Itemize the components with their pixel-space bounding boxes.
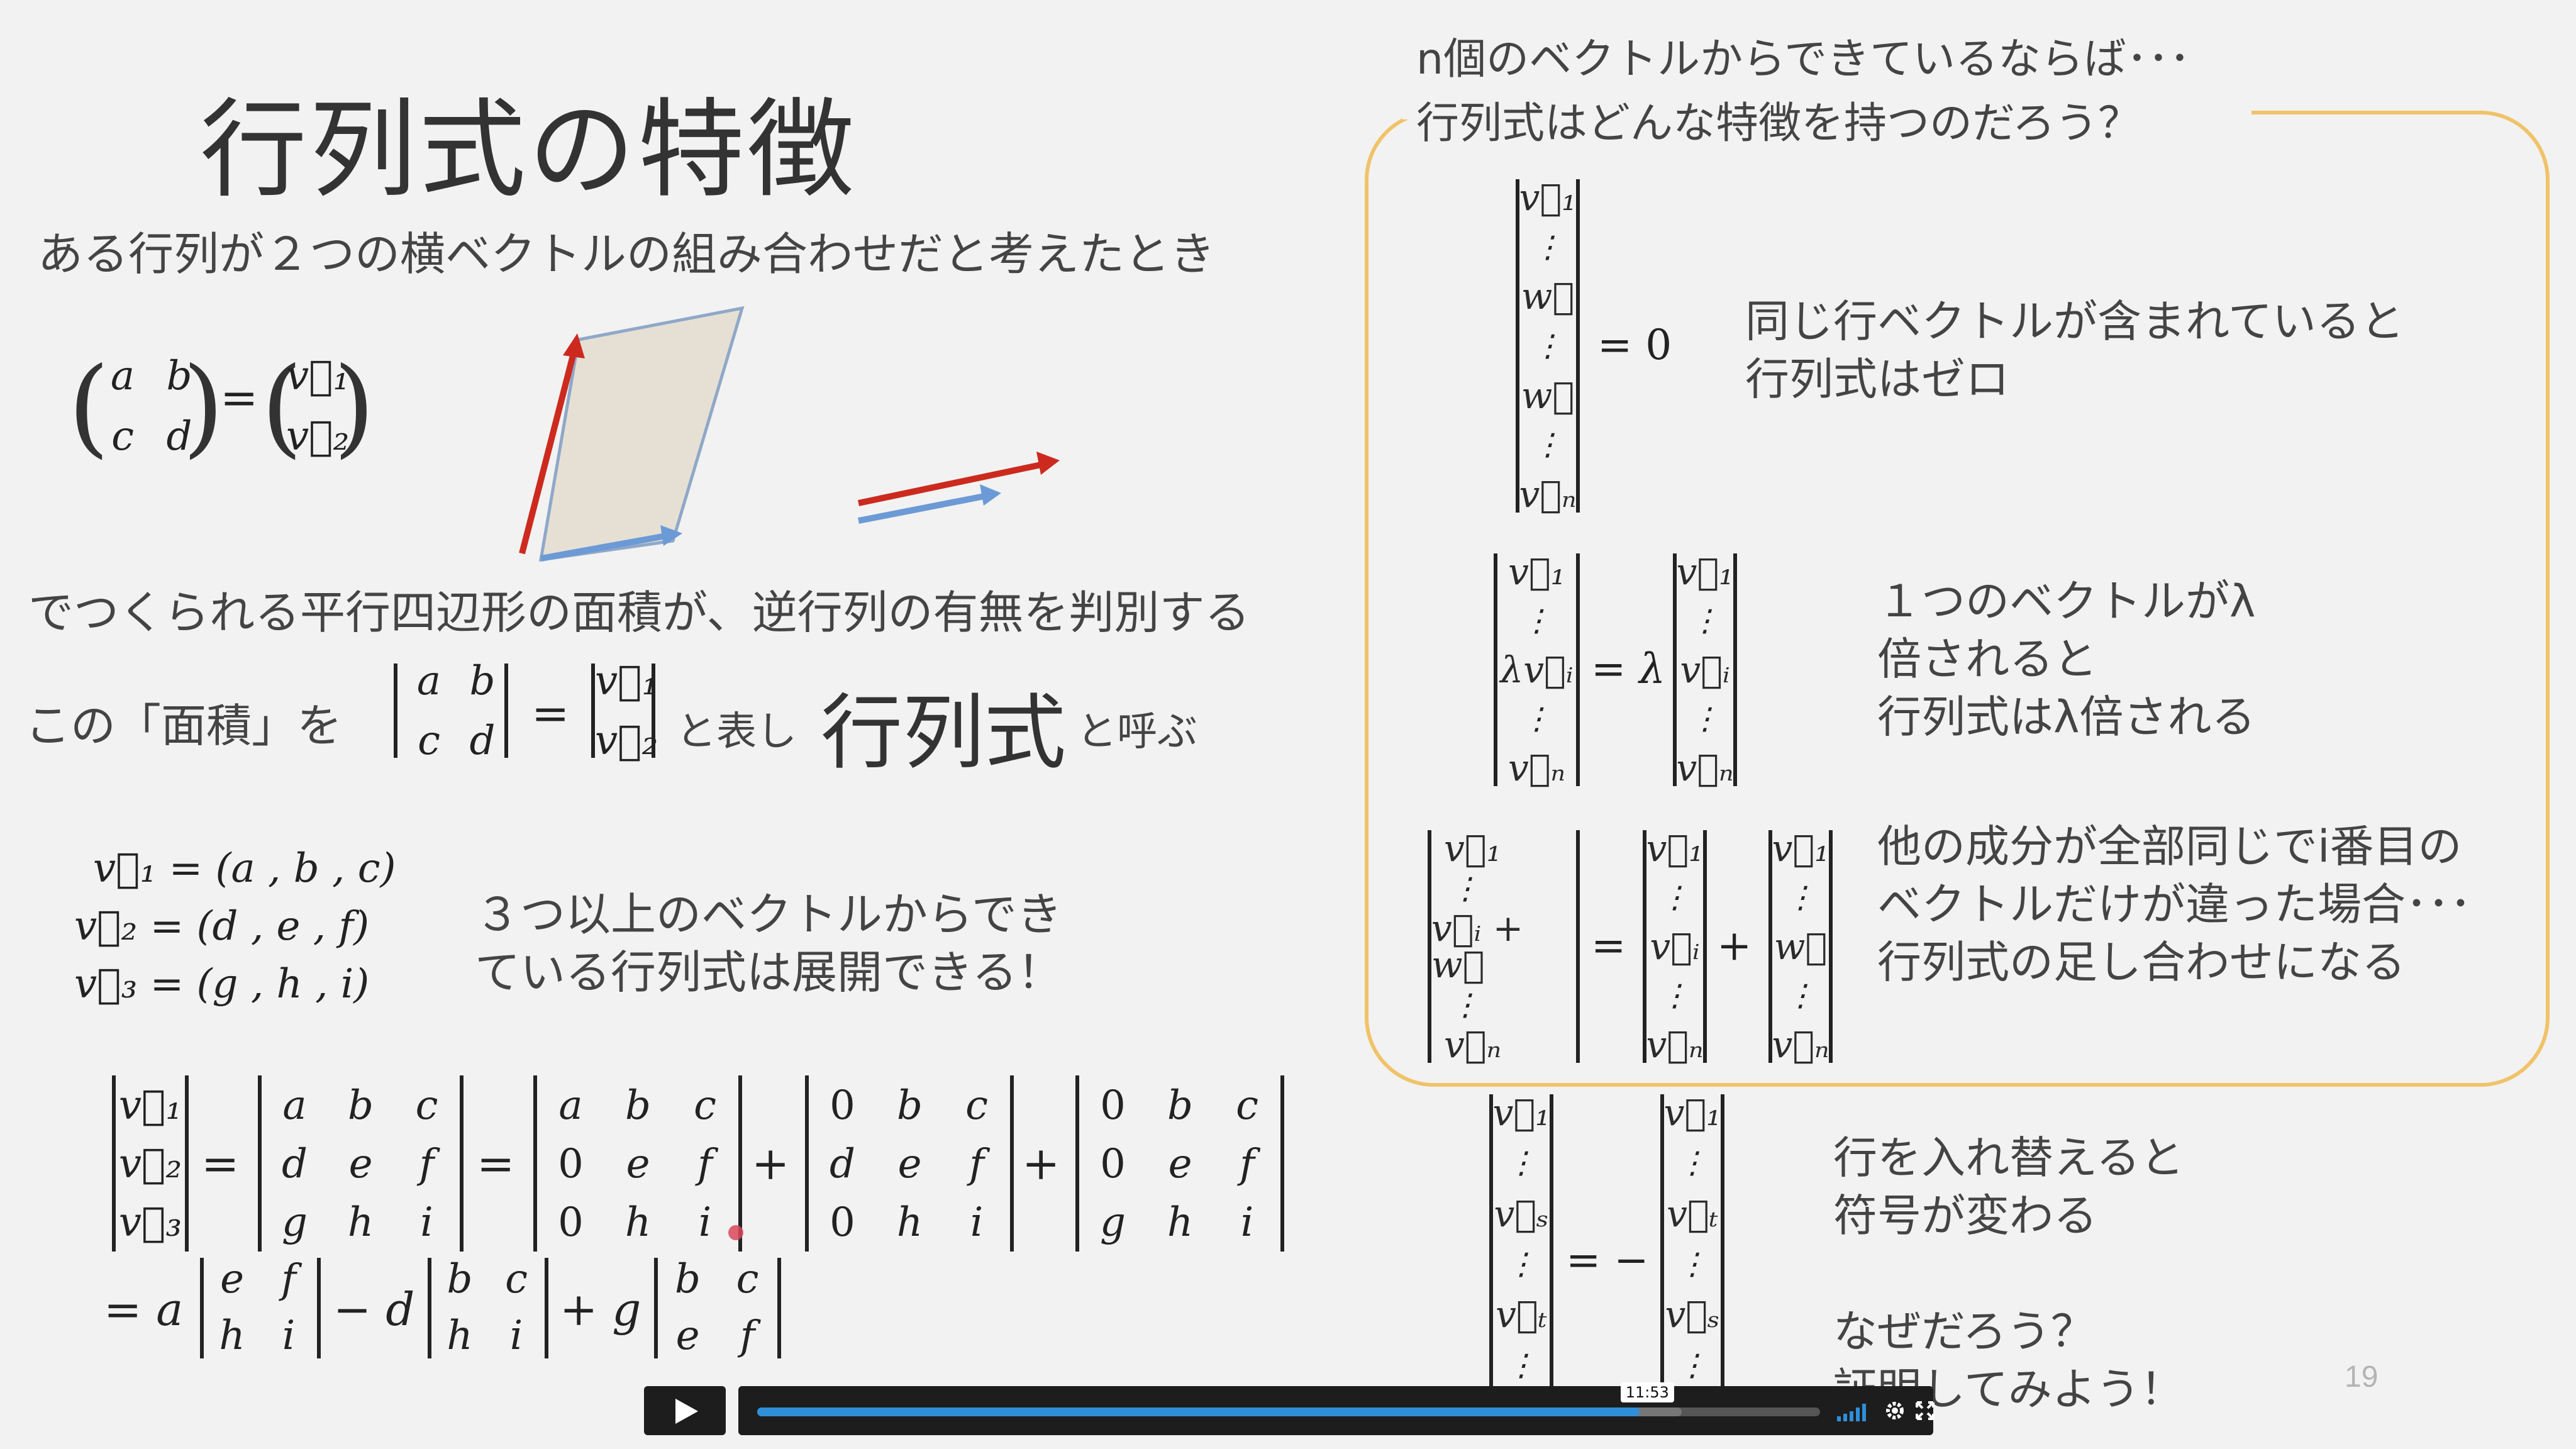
vector-v2-def: v⃗₂ = (d , e , f) xyxy=(74,903,370,950)
parallelogram-figure xyxy=(519,306,1060,562)
slide-title: 行列式の特徴 xyxy=(200,88,857,213)
m-c: c xyxy=(111,413,134,460)
played-bar xyxy=(757,1407,1640,1416)
expand-note: ３つ以上のベクトルからでき ている行列式は展開できる！ xyxy=(475,888,1063,999)
volume-icon[interactable] xyxy=(1836,1400,1874,1423)
fullscreen-icon[interactable] xyxy=(1914,1400,1936,1421)
control-bar: 11:53 xyxy=(738,1382,1936,1435)
play-icon xyxy=(675,1399,698,1424)
def-suffix: と表し xyxy=(676,709,797,755)
def-end: と呼ぶ xyxy=(1077,709,1197,755)
red-vector-detached-head xyxy=(1036,452,1060,475)
def-term: 行列式 xyxy=(821,685,1067,780)
def-prefix: この「面積」を xyxy=(25,699,343,752)
def-det-v: v⃗₁ v⃗₂ xyxy=(591,658,658,764)
v3-label: v⃗₃ xyxy=(118,1199,182,1246)
play-button[interactable] xyxy=(644,1386,726,1435)
right-heading-1: n個のベクトルからできているならば･･･ xyxy=(1416,35,2191,84)
m-eq: = xyxy=(220,371,258,424)
def-det-abcd: a b c d xyxy=(394,658,508,764)
time-tooltip: 11:53 xyxy=(1620,1382,1674,1402)
blue-vector-detached-head xyxy=(980,484,1001,506)
intro-text: ある行列が２つの横ベクトルの組み合わせだと考えたとき xyxy=(38,228,1216,280)
laser-pointer-dot xyxy=(728,1225,743,1240)
vector-v1-def: v⃗₁ = (a , b , c) xyxy=(93,845,396,892)
video-controls: 11:53 xyxy=(644,1382,1936,1435)
slide: 行列式の特徴 ある行列が２つの横ベクトルの組み合わせだと考えたとき ( a b … xyxy=(0,0,2576,1449)
parallelogram-caption: でつくられる平行四辺形の面積が、逆行列の有無を判別する xyxy=(28,586,1250,639)
right-heading-2: 行列式はどんな特徴を持つのだろう？ xyxy=(1416,99,2141,148)
red-vector-detached xyxy=(857,461,1045,506)
page-number: 19 xyxy=(2345,1360,2379,1394)
vector-defs: v⃗₁ = (a , b , c) v⃗₂ = (d , e , f) v⃗₃ … xyxy=(74,840,396,1013)
gear-icon[interactable] xyxy=(1883,1399,1907,1423)
vector-v3-def: v⃗₃ = (g , h , i) xyxy=(74,961,370,1008)
m-a: a xyxy=(110,353,135,399)
progress-track[interactable]: 11:53 xyxy=(757,1382,1820,1416)
